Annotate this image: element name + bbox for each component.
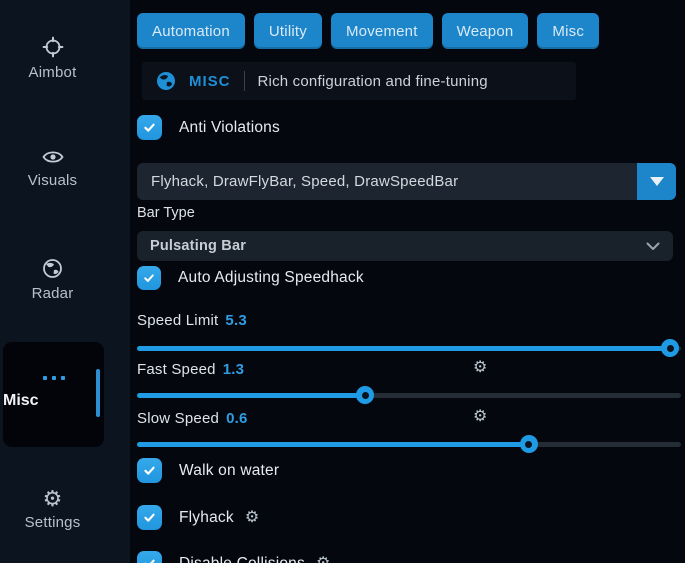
checkmark-icon — [142, 556, 157, 563]
slider-fill — [137, 442, 529, 447]
slider-track[interactable] — [137, 442, 681, 447]
slider-label: Slow Speed — [137, 410, 219, 427]
globe-icon — [42, 258, 63, 279]
sidebar-item-radar[interactable]: Radar — [0, 258, 105, 303]
sidebar-item-label: Misc — [3, 392, 104, 410]
tab-automation[interactable]: Automation — [137, 13, 245, 49]
auto-adjusting-speedhack-row: Auto Adjusting Speedhack — [137, 266, 364, 290]
gear-icon[interactable]: ⚙ — [316, 556, 330, 563]
slow-speed-slider[interactable] — [137, 435, 681, 453]
chevron-down-icon — [646, 242, 660, 251]
slider-track[interactable] — [137, 346, 681, 351]
tab-misc[interactable]: Misc — [537, 13, 599, 49]
sidebar-item-label: Visuals — [28, 172, 77, 189]
checkbox-label: Auto Adjusting Speedhack — [178, 269, 364, 287]
slow-speed-label-row: Slow Speed0.6 ⚙ — [137, 410, 248, 427]
tab-weapon[interactable]: Weapon — [442, 13, 529, 49]
sidebar-item-label: Radar — [32, 285, 74, 302]
bar-type-select-value: Pulsating Bar — [150, 238, 246, 254]
slider-handle[interactable] — [520, 435, 538, 453]
auto-adjusting-speedhack-checkbox[interactable] — [137, 266, 161, 290]
speed-limit-label-row: Speed Limit 5.3 — [137, 312, 247, 329]
slider-value: 5.3 — [225, 312, 246, 329]
checkbox-label: Disable Collisions — [179, 555, 305, 563]
walk-on-water-checkbox[interactable] — [137, 458, 162, 483]
gear-icon[interactable]: ⚙ — [245, 510, 259, 526]
speed-limit-slider[interactable] — [137, 339, 681, 357]
checkmark-icon — [142, 120, 157, 135]
gear-icon[interactable]: ⚙ — [473, 360, 488, 376]
sidebar: Aimbot Visuals Radar Misc ⚙ Settings — [0, 0, 130, 563]
crosshair-icon — [42, 36, 64, 58]
divider — [244, 71, 245, 91]
section-description: Rich configuration and fine-tuning — [258, 73, 488, 90]
anti-violations-checkbox[interactable] — [137, 115, 162, 140]
flyhack-row: Flyhack ⚙ — [137, 505, 259, 530]
walk-on-water-row: Walk on water — [137, 458, 279, 483]
tab-utility[interactable]: Utility — [254, 13, 322, 49]
slider-label: Speed Limit — [137, 312, 218, 329]
dots-icon — [3, 376, 104, 380]
sidebar-item-misc-active[interactable]: Misc — [3, 342, 104, 447]
slider-value: 0.6 — [226, 410, 247, 427]
sidebar-item-label: Settings — [25, 514, 81, 531]
slider-handle[interactable] — [356, 386, 374, 404]
section-title: MISC — [189, 73, 231, 90]
slider-value: 1.3 — [223, 361, 244, 378]
triangle-down-icon — [650, 177, 664, 186]
bar-type-label: Bar Type — [137, 205, 195, 221]
sidebar-item-settings[interactable]: ⚙ Settings — [0, 488, 105, 532]
tab-bar: Automation Utility Movement Weapon Misc — [137, 13, 599, 49]
fast-speed-label-row: Fast Speed1.3 ⚙ — [137, 361, 244, 378]
anti-violations-row: Anti Violations — [137, 115, 280, 140]
globe-icon — [156, 71, 176, 91]
fast-speed-slider[interactable] — [137, 386, 681, 404]
gear-icon: ⚙ — [0, 488, 105, 510]
section-header: MISC Rich configuration and fine-tuning — [142, 62, 576, 100]
checkmark-icon — [142, 463, 157, 478]
slider-label: Fast Speed — [137, 361, 216, 378]
sidebar-item-visuals[interactable]: Visuals — [0, 148, 105, 190]
bars-multiselect-value: Flyhack, DrawFlyBar, Speed, DrawSpeedBar — [137, 163, 637, 200]
active-accent-bar — [96, 369, 100, 417]
slider-fill — [137, 393, 365, 398]
flyhack-checkbox[interactable] — [137, 505, 162, 530]
sidebar-item-aimbot[interactable]: Aimbot — [0, 36, 105, 82]
tab-movement[interactable]: Movement — [331, 13, 433, 49]
checkmark-icon — [142, 271, 156, 285]
sidebar-item-label: Aimbot — [29, 64, 77, 81]
disable-collisions-checkbox[interactable] — [137, 551, 162, 563]
bars-multiselect[interactable]: Flyhack, DrawFlyBar, Speed, DrawSpeedBar — [137, 163, 676, 200]
checkbox-label: Flyhack — [179, 509, 234, 527]
main-content: Automation Utility Movement Weapon Misc … — [137, 0, 681, 563]
slider-track[interactable] — [137, 393, 681, 398]
bar-type-select[interactable]: Pulsating Bar — [137, 231, 673, 261]
checkbox-label: Walk on water — [179, 462, 279, 480]
slider-handle[interactable] — [661, 339, 679, 357]
checkmark-icon — [142, 510, 157, 525]
checkbox-label: Anti Violations — [179, 119, 280, 137]
eye-icon — [42, 148, 64, 166]
dropdown-open-button[interactable] — [637, 163, 676, 200]
gear-icon[interactable]: ⚙ — [473, 409, 488, 425]
slider-fill — [137, 346, 670, 351]
cheat-menu-window: Aimbot Visuals Radar Misc ⚙ Settings — [0, 0, 685, 563]
disable-collisions-row: Disable Collisions ⚙ — [137, 551, 330, 563]
